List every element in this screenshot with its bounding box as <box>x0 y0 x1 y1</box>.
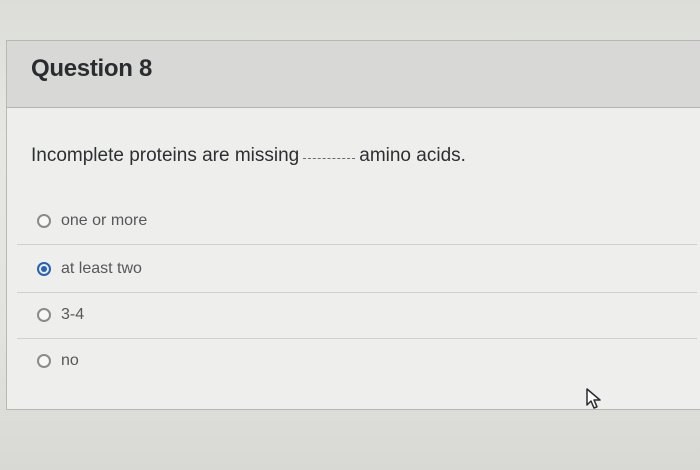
question-card: Question 8 Incomplete proteins are missi… <box>6 40 700 410</box>
mouse-pointer-icon <box>586 388 601 409</box>
answer-divider <box>17 244 697 245</box>
question-title: Question 8 <box>31 55 153 82</box>
question-header: Question 8 <box>7 41 700 108</box>
answer-label: 3-4 <box>61 306 85 323</box>
question-prompt: Incomplete proteins are missing amino aci… <box>31 145 466 167</box>
radio-button-selected[interactable] <box>37 262 51 276</box>
radio-button[interactable] <box>37 214 51 228</box>
answer-option-no[interactable]: no <box>17 339 697 383</box>
question-prompt-before: Incomplete proteins are missing <box>31 145 300 166</box>
answer-option-at-least-two[interactable]: at least two <box>17 247 697 291</box>
answer-option-3-4[interactable]: 3-4 <box>17 293 697 337</box>
answer-label: at least two <box>61 260 142 277</box>
radio-button[interactable] <box>37 308 51 322</box>
question-prompt-after: amino acids. <box>359 145 466 166</box>
answer-label: no <box>61 352 79 369</box>
blank-line <box>303 158 356 159</box>
answer-label: one or more <box>61 212 148 229</box>
answer-option-one-or-more[interactable]: one or more <box>17 199 697 243</box>
radio-button[interactable] <box>37 354 51 368</box>
